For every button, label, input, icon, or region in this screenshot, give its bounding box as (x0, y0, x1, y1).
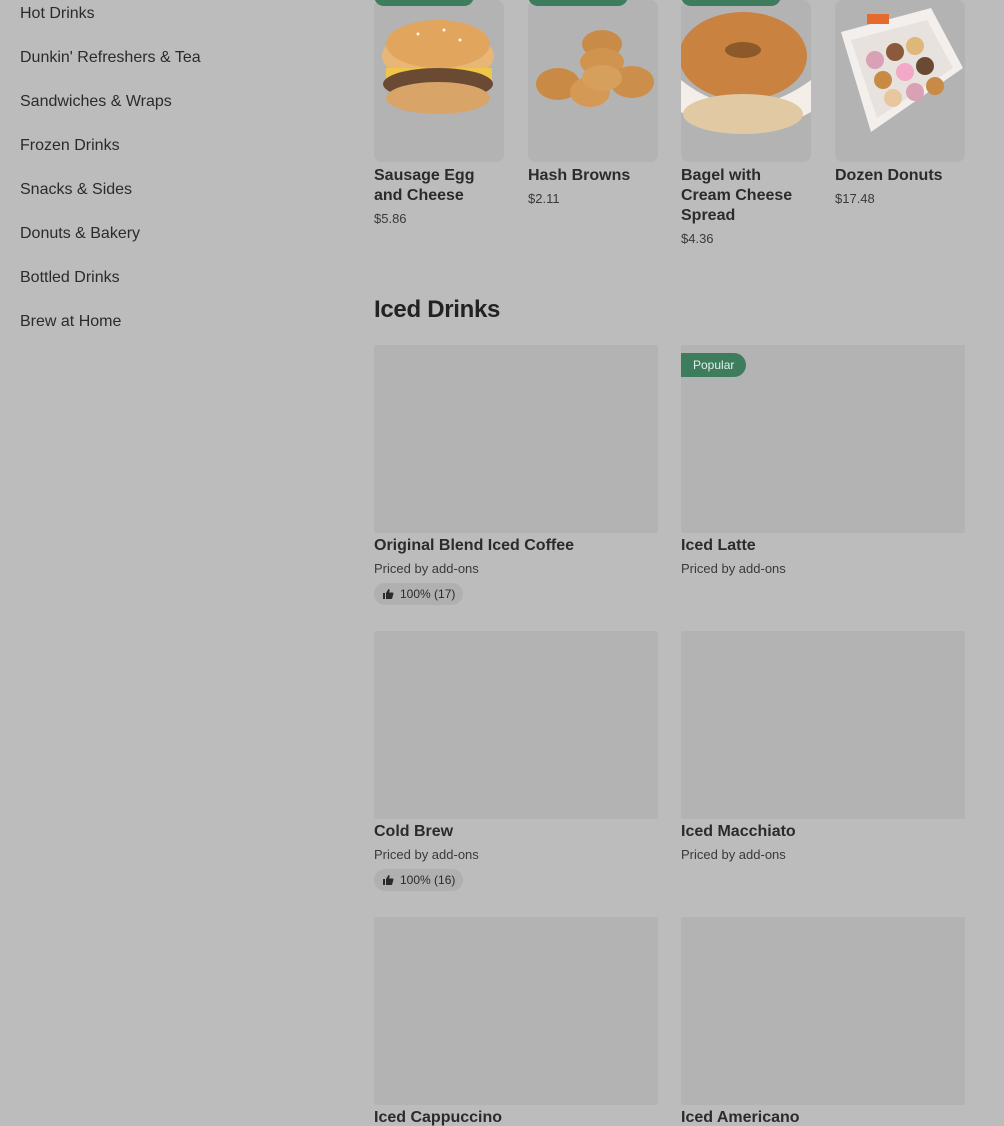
featured-item-price: $2.11 (528, 191, 560, 206)
donut-box-image (835, 0, 965, 162)
item-name: Iced Macchiato (681, 823, 796, 840)
featured-item-name: Hash Browns (528, 167, 631, 184)
featured-badge (374, 0, 474, 6)
rating-text: 100% (16) (400, 873, 456, 887)
item-price-note: Priced by add-ons (374, 561, 479, 576)
item-name: Iced Americano (681, 1109, 800, 1126)
rating-badge: 100% (16) (374, 869, 464, 891)
sidebar-item-sandwiches-wraps[interactable]: Sandwiches & Wraps (20, 92, 172, 112)
menu-item-card[interactable]: Iced Americano (681, 917, 965, 1126)
item-price-note: Priced by add-ons (374, 847, 479, 862)
sausage-egg-cheese-sandwich-image (374, 0, 504, 162)
item-price-note: Priced by add-ons (681, 561, 786, 576)
thumbs-up-icon (382, 874, 394, 886)
sidebar-item-refreshers-tea[interactable]: Dunkin' Refreshers & Tea (20, 48, 201, 68)
featured-item-name: Bagel with Cream Cheese Spread (681, 167, 793, 224)
item-image-placeholder (374, 631, 658, 819)
item-image-placeholder (374, 345, 658, 533)
sidebar-item-donuts-bakery[interactable]: Donuts & Bakery (20, 224, 140, 244)
section-title-iced-drinks: Iced Drinks (374, 296, 501, 323)
sidebar-item-frozen-drinks[interactable]: Frozen Drinks (20, 136, 120, 156)
featured-item-price: $5.86 (374, 211, 407, 226)
item-image-placeholder (681, 631, 965, 819)
item-name: Iced Latte (681, 537, 756, 554)
featured-item-name: Sausage Egg and Cheese (374, 167, 475, 204)
item-name: Iced Cappuccino (374, 1109, 503, 1126)
item-image-placeholder (681, 917, 965, 1105)
sidebar-item-bottled-drinks[interactable]: Bottled Drinks (20, 268, 120, 288)
item-image-placeholder (374, 917, 658, 1105)
featured-badge (528, 0, 628, 6)
sidebar-item-hot-drinks[interactable]: Hot Drinks (20, 4, 95, 24)
hash-browns-image (528, 0, 658, 162)
rating-badge: 100% (17) (374, 583, 464, 605)
featured-item-price: $4.36 (681, 231, 714, 246)
thumbs-up-icon (382, 588, 394, 600)
popular-badge: Popular (681, 353, 747, 377)
featured-item-name: Dozen Donuts (835, 167, 943, 184)
item-price-note: Priced by add-ons (681, 847, 786, 862)
featured-item-price: $17.48 (835, 191, 875, 206)
item-name: Cold Brew (374, 823, 454, 840)
menu-item-card[interactable]: Iced Cappuccino (374, 917, 658, 1126)
rating-text: 100% (17) (400, 587, 456, 601)
sidebar-item-snacks-sides[interactable]: Snacks & Sides (20, 180, 132, 200)
featured-badge (681, 0, 781, 6)
bagel-image (681, 0, 811, 162)
item-name: Original Blend Iced Coffee (374, 537, 575, 554)
sidebar-item-brew-at-home[interactable]: Brew at Home (20, 312, 121, 332)
